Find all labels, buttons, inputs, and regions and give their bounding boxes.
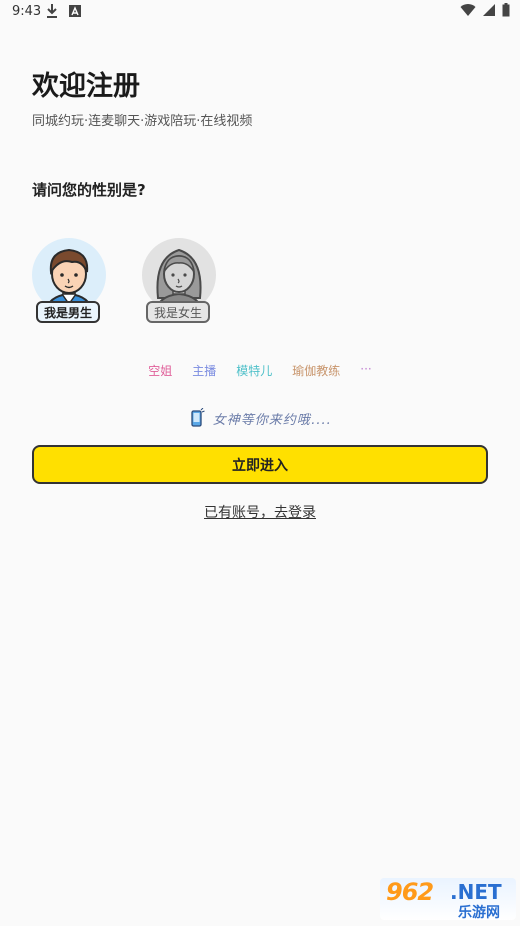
download-icon [47, 4, 57, 18]
login-link[interactable]: 已有账号，去登录 [0, 502, 520, 522]
tag-item: 主播 [192, 364, 217, 378]
status-left-icons [46, 3, 82, 19]
page-subtitle: 同城约玩·连麦聊天·游戏陪玩·在线视频 [32, 114, 253, 129]
gender-label-male: 我是男生 [36, 301, 100, 323]
signal-icon [483, 4, 495, 16]
page-title: 欢迎注册 [32, 71, 140, 102]
promo-line: 女神等你来约哦.... [0, 408, 520, 428]
battery-icon [502, 3, 510, 17]
phone-icon [191, 408, 205, 427]
a-box-icon [69, 5, 81, 17]
status-bar: 9:43 [0, 0, 520, 24]
gender-option-male[interactable]: 我是男生 [24, 238, 114, 330]
status-right-icons [460, 3, 510, 17]
watermark-logo: 962 .NET 乐游网 [380, 878, 516, 921]
tag-item: 空姐 [148, 364, 173, 378]
gender-question: 请问您的性别是? [32, 181, 146, 199]
tag-item: 模特儿 [236, 364, 273, 378]
tag-item: ··· [360, 362, 372, 376]
tag-list: 空姐 主播 模特儿 瑜伽教练 ··· [0, 362, 520, 379]
gender-option-female[interactable]: 我是女生 [134, 238, 224, 330]
watermark-net: .NET [450, 880, 502, 904]
promo-text: 女神等你来约哦.... [212, 412, 332, 428]
status-time: 9:43 [12, 4, 42, 19]
watermark-main: 962 [386, 878, 434, 906]
tag-item: 瑜伽教练 [292, 364, 341, 378]
watermark-sub: 乐游网 [458, 905, 500, 921]
wifi-icon [460, 4, 476, 17]
enter-button[interactable]: 立即进入 [32, 445, 488, 484]
gender-label-female: 我是女生 [146, 301, 210, 323]
